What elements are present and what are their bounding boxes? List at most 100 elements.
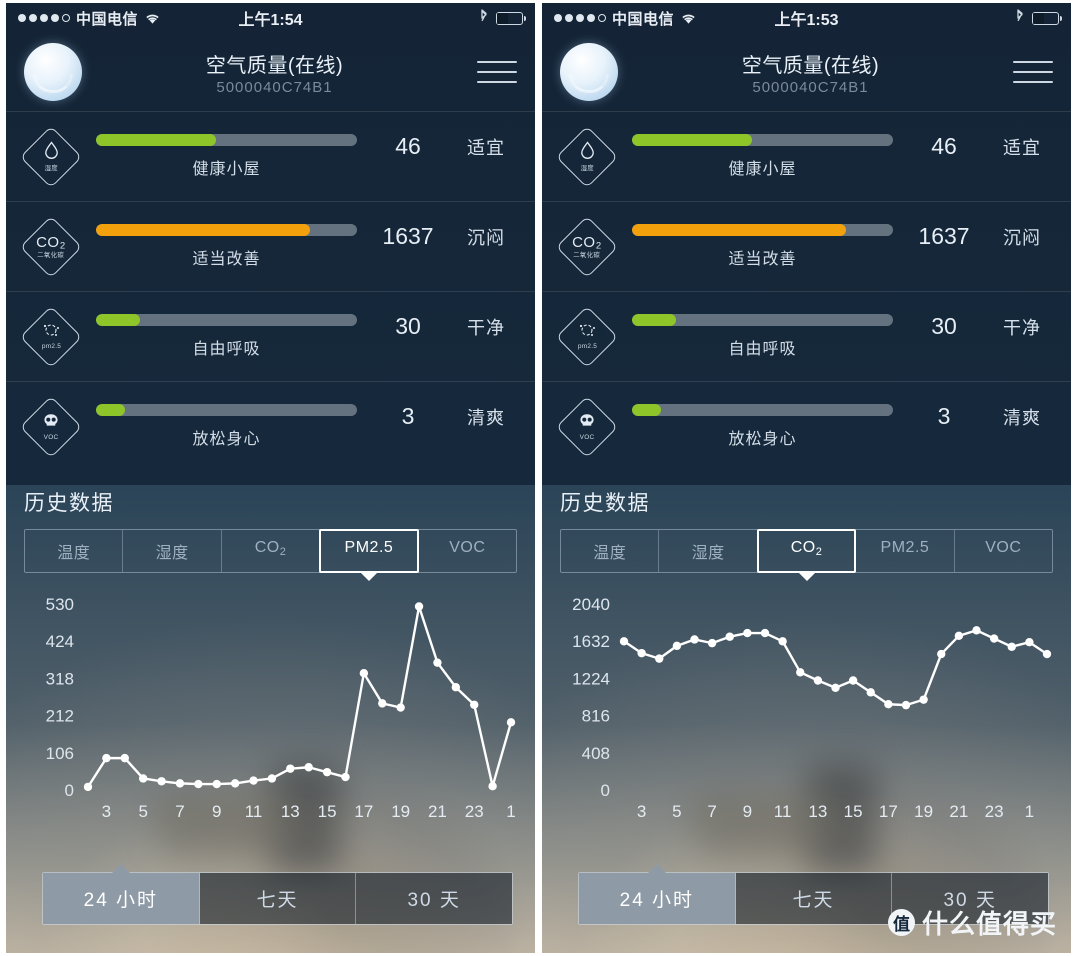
sensor-value: 46 bbox=[931, 133, 957, 159]
progress-fill bbox=[96, 224, 311, 236]
active-tab-caret-icon bbox=[359, 572, 378, 581]
chart-data-point bbox=[901, 700, 911, 710]
chart-data-point bbox=[83, 782, 93, 792]
chart-data-point bbox=[138, 774, 148, 783]
tab-voc[interactable]: VOC bbox=[955, 530, 1052, 572]
chart-data-point bbox=[341, 772, 350, 782]
range-24h[interactable]: 24 小时 bbox=[43, 864, 200, 924]
tab-co2-sub: 2 bbox=[815, 546, 823, 558]
app-header: 空气质量(在线) 5000040C74B1 bbox=[542, 33, 1071, 111]
voc-skull-icon: VOC bbox=[555, 395, 619, 458]
bluetooth-icon bbox=[1015, 8, 1025, 28]
tab-temperature[interactable]: 温度 bbox=[561, 530, 660, 572]
sensor-state: 干净 bbox=[467, 317, 505, 338]
hamburger-menu-icon[interactable] bbox=[1013, 61, 1053, 83]
chart-data-point bbox=[619, 637, 629, 646]
x-axis-tick: 23 bbox=[985, 802, 1004, 821]
pm25-icon: pm2.5 bbox=[555, 305, 619, 368]
sensor-icon-caption: VOC bbox=[43, 433, 59, 441]
sensor-row-voc[interactable]: VOC 放松身心 3 清爽 bbox=[542, 381, 1071, 471]
co2-glyph: CO₂ bbox=[36, 233, 66, 251]
progress-track bbox=[632, 404, 893, 416]
chart-line bbox=[86, 605, 513, 789]
device-avatar[interactable] bbox=[24, 43, 82, 101]
chart-data-point bbox=[396, 703, 405, 712]
range-30d[interactable]: 30 天 bbox=[356, 873, 513, 924]
tab-co2[interactable]: CO2 bbox=[222, 530, 321, 572]
sensor-state: 干净 bbox=[1003, 317, 1041, 338]
sensor-caption: 放松身心 bbox=[728, 431, 797, 448]
progress-track bbox=[96, 134, 357, 146]
history-title: 历史数据 bbox=[24, 492, 114, 515]
status-bar: 中国电信 上午1:53 bbox=[542, 3, 1071, 33]
x-axis-tick: 7 bbox=[707, 802, 716, 821]
sensor-row-pm25[interactable]: pm2.5 自由呼吸 30 干净 bbox=[6, 291, 535, 381]
sensor-icon-caption: 湿度 bbox=[44, 165, 58, 172]
tab-co2[interactable]: CO2 bbox=[756, 529, 857, 581]
sensor-bar-area: 自由呼吸 bbox=[82, 314, 365, 359]
progress-fill bbox=[96, 404, 125, 416]
chart-data-point bbox=[778, 637, 787, 646]
co2-icon: CO₂ 二氧化碳 bbox=[19, 215, 83, 278]
y-axis-tick: 212 bbox=[46, 707, 74, 726]
chart-data-point bbox=[672, 641, 682, 651]
range-7d[interactable]: 七天 bbox=[735, 873, 893, 924]
tab-temperature[interactable]: 温度 bbox=[25, 530, 124, 572]
sensor-row-co2[interactable]: CO₂ 二氧化碳 适当改善 1637 沉闷 bbox=[542, 201, 1071, 291]
chart-data-point bbox=[725, 632, 734, 641]
sensor-icon-caption: pm2.5 bbox=[41, 343, 61, 350]
sensor-value: 46 bbox=[395, 133, 421, 159]
tab-voc[interactable]: VOC bbox=[419, 530, 516, 572]
sensor-caption: 自由呼吸 bbox=[192, 341, 261, 358]
sensor-caption: 放松身心 bbox=[192, 431, 261, 448]
chart-data-point bbox=[1042, 649, 1052, 659]
chart-data-point bbox=[249, 776, 258, 785]
chart-data-point bbox=[322, 767, 332, 777]
progress-track bbox=[632, 134, 893, 146]
phone-screen-left: 中国电信 上午1:54 空气质量(在线) 5000040C74B1 湿度 健康小… bbox=[6, 3, 535, 953]
chart-data-point bbox=[1007, 642, 1016, 651]
sensor-caption: 健康小屋 bbox=[192, 161, 261, 178]
tab-humidity[interactable]: 湿度 bbox=[123, 530, 222, 572]
chart-data-point bbox=[655, 654, 664, 663]
sensor-caption: 适当改善 bbox=[192, 251, 261, 268]
sensor-row-co2[interactable]: CO₂ 二氧化碳 适当改善 1637 沉闷 bbox=[6, 201, 535, 291]
sensor-row-humidity[interactable]: 湿度 健康小屋 46 适宜 bbox=[6, 111, 535, 201]
device-id-label: 5000040C74B1 bbox=[216, 78, 333, 96]
x-axis-tick: 15 bbox=[318, 802, 337, 821]
sensor-value: 3 bbox=[401, 403, 415, 429]
x-axis-tick: 9 bbox=[743, 802, 752, 821]
sensor-row-humidity[interactable]: 湿度 健康小屋 46 适宜 bbox=[542, 111, 1071, 201]
x-axis-tick: 13 bbox=[808, 802, 827, 821]
sensor-icon-caption: VOC bbox=[579, 433, 595, 441]
watermark-text: 什么值得买 bbox=[921, 909, 1057, 939]
sensor-row-pm25[interactable]: pm2.5 自由呼吸 30 干净 bbox=[542, 291, 1071, 381]
y-axis-tick: 816 bbox=[582, 707, 610, 726]
watermark-logo-icon: 值 bbox=[887, 909, 915, 936]
page-title: 空气质量(在线) bbox=[205, 54, 344, 77]
history-section: 历史数据 温度 湿度 CO2 PM2.5 VOC bbox=[542, 471, 1071, 581]
hamburger-menu-icon[interactable] bbox=[477, 61, 517, 83]
voc-skull-icon: VOC bbox=[19, 395, 83, 458]
sensor-row-voc[interactable]: VOC 放松身心 3 清爽 bbox=[6, 381, 535, 471]
chart-data-point bbox=[433, 658, 442, 667]
x-axis-tick: 1 bbox=[506, 802, 515, 821]
device-avatar[interactable] bbox=[560, 43, 618, 101]
chart-data-point bbox=[937, 649, 946, 659]
signal-strength-icon bbox=[554, 14, 606, 22]
sensor-state: 适宜 bbox=[467, 137, 505, 158]
progress-fill bbox=[632, 134, 753, 146]
chart-data-point bbox=[378, 699, 387, 708]
range-7d[interactable]: 七天 bbox=[199, 873, 357, 924]
progress-fill bbox=[632, 404, 661, 416]
tab-pm25[interactable]: PM2.5 bbox=[856, 530, 955, 572]
tab-pm25[interactable]: PM2.5 bbox=[319, 529, 420, 581]
humidity-drop-icon: 湿度 bbox=[555, 125, 619, 188]
history-section: 历史数据 温度 湿度 CO2 PM2.5 VOC bbox=[6, 471, 535, 581]
chart-data-point bbox=[102, 753, 111, 763]
chart-data-point bbox=[414, 602, 424, 611]
tab-humidity[interactable]: 湿度 bbox=[659, 530, 758, 572]
progress-fill bbox=[96, 314, 141, 326]
range-24h[interactable]: 24 小时 bbox=[579, 864, 736, 924]
x-axis-tick: 9 bbox=[212, 802, 221, 821]
